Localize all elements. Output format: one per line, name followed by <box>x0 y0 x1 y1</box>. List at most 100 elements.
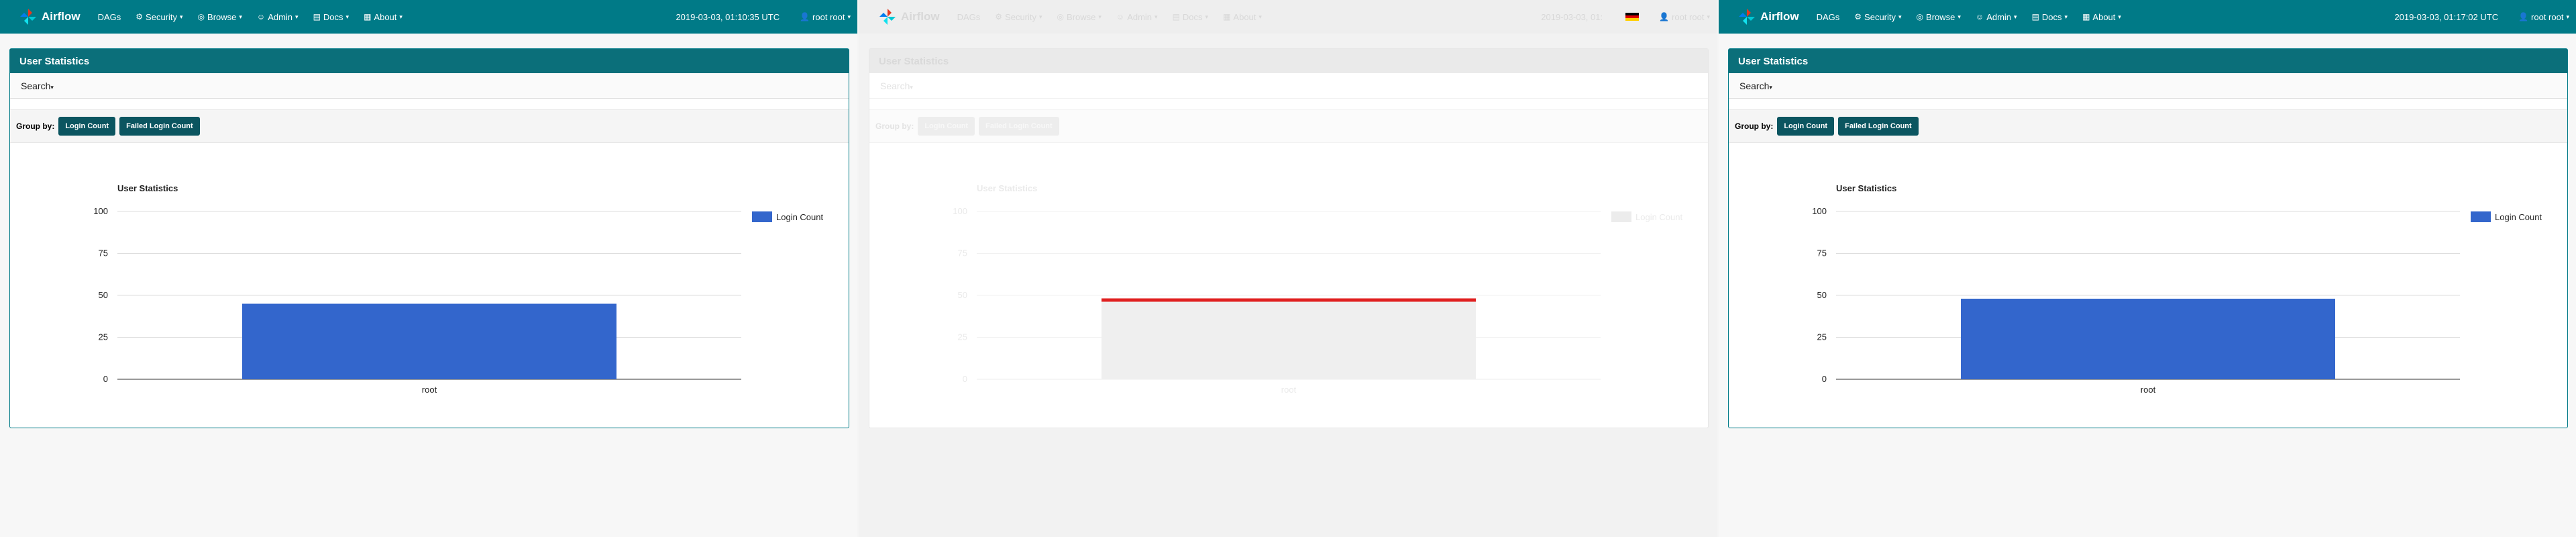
caret-down-icon: ▾ <box>2118 13 2121 20</box>
brand-link[interactable]: Airflow <box>878 7 940 26</box>
caret-down-icon: ▾ <box>180 13 183 20</box>
y-tick-label: 25 <box>958 332 967 342</box>
group-by-login-count-button[interactable]: Login Count <box>918 117 975 136</box>
chart-title: User Statistics <box>117 183 178 193</box>
caret-down-icon: ▾ <box>1155 13 1158 20</box>
nav-docs[interactable]: ▤ Docs ▾ <box>313 12 350 22</box>
group-by-failed-login-count-button[interactable]: Failed Login Count <box>979 117 1059 136</box>
nav-label: About <box>374 11 397 22</box>
brand-link[interactable]: Airflow <box>19 7 80 26</box>
y-tick-label: 75 <box>1817 248 1827 258</box>
caret-down-icon: ▾ <box>239 13 242 20</box>
nav-about[interactable]: ▦ About ▾ <box>1223 12 1262 22</box>
nav-about[interactable]: ▦ About ▾ <box>2082 12 2121 22</box>
nav-admin[interactable]: ☺ Admin ▾ <box>1116 12 1158 22</box>
user-statistics-card: User Statistics Search▾ Group by: Login … <box>1728 48 2568 428</box>
nav-label: DAGs <box>97 11 121 22</box>
nav-docs[interactable]: ▤ Docs ▾ <box>2032 12 2068 22</box>
nav-security[interactable]: ⚙ Security ▾ <box>136 12 182 22</box>
nav-label: Security <box>146 11 178 22</box>
nav-security[interactable]: ⚙ Security ▾ <box>995 12 1042 22</box>
user-icon: 👤 <box>2518 12 2529 21</box>
x-category-label: root <box>2141 385 2156 395</box>
user-menu[interactable]: 👤 root root ▾ <box>2518 12 2569 22</box>
chart-title: User Statistics <box>977 183 1037 193</box>
caret-down-icon: ▾ <box>847 13 851 20</box>
user-icon: ☺ <box>1116 12 1125 21</box>
nav-label: Docs <box>323 11 343 22</box>
nav-label: Docs <box>1182 11 1203 22</box>
card-title: User Statistics <box>1729 49 2567 73</box>
nav-label: Browse <box>207 11 237 22</box>
nav-admin[interactable]: ☺ Admin ▾ <box>257 12 299 22</box>
y-tick-label: 25 <box>99 332 108 342</box>
nav-admin[interactable]: ☺ Admin ▾ <box>1976 12 2017 22</box>
card-title: User Statistics <box>10 49 849 73</box>
search-dropdown[interactable]: Search▾ <box>869 73 1708 99</box>
nav-label: About <box>2092 11 2116 22</box>
nav-label: Security <box>1864 11 1896 22</box>
caret-down-icon: ▾ <box>1769 84 1772 91</box>
screen-frame-3: Airflow DAGs ⚙ Security ▾ ◎ Browse ▾ ☺ Admin ▾ ▤ Do… <box>1719 0 2576 537</box>
search-dropdown[interactable]: Search▾ <box>10 73 849 99</box>
nav-label: Browse <box>1926 11 1955 22</box>
search-dropdown[interactable]: Search▾ <box>1729 73 2567 99</box>
y-tick-label: 75 <box>958 248 967 258</box>
airflow-logo-icon <box>879 9 896 25</box>
caret-down-icon: ▾ <box>1957 13 1961 20</box>
user-menu[interactable]: 👤 root root ▾ <box>1659 12 1710 22</box>
nav-label: Docs <box>2041 11 2062 22</box>
nav-right: 2019-03-03, 01: 👤 root root ▾ <box>1541 12 1710 22</box>
screen-frame-2-transition: Airflow DAGs ⚙ Security ▾ ◎ Browse ▾ ☺ Admin ▾ ▤ Do… <box>859 0 1717 537</box>
legend-swatch <box>752 211 772 222</box>
chart-title: User Statistics <box>1836 183 1896 193</box>
caret-down-icon: ▾ <box>295 13 299 20</box>
nav-label: Admin <box>1127 11 1152 22</box>
nav-right: 2019-03-03, 01:10:35 UTC 👤 root root ▾ <box>676 12 851 22</box>
user-icon: 👤 <box>1659 12 1670 21</box>
nav-browse[interactable]: ◎ Browse ▾ <box>198 12 242 22</box>
group-by-failed-login-count-button[interactable]: Failed Login Count <box>1838 117 1919 136</box>
book-icon: ▤ <box>2031 12 2039 21</box>
user-name: root root <box>1672 11 1705 22</box>
nav-security[interactable]: ⚙ Security ▾ <box>1854 12 1901 22</box>
caret-down-icon: ▾ <box>1098 13 1102 20</box>
card-title: User Statistics <box>869 49 1708 73</box>
group-by-bar: Group by: Login Count Failed Login Count <box>869 109 1708 143</box>
nav-dags[interactable]: DAGs <box>1817 12 1840 22</box>
legend-label: Login Count <box>1635 212 1682 222</box>
user-statistics-card: User Statistics Search▾ Group by: Login … <box>869 48 1709 428</box>
brand-link[interactable]: Airflow <box>1737 7 1799 26</box>
caret-down-icon: ▾ <box>1205 13 1209 20</box>
nav-label: DAGs <box>1816 11 1840 22</box>
group-by-label: Group by: <box>875 121 914 131</box>
server-datetime: 2019-03-03, 01: <box>1541 11 1603 22</box>
legend-label: Login Count <box>2495 212 2542 222</box>
airflow-logo-icon <box>20 9 36 25</box>
nav-dags[interactable]: DAGs <box>98 12 121 22</box>
group-by-login-count-button[interactable]: Login Count <box>1777 117 1835 136</box>
nav-browse[interactable]: ◎ Browse ▾ <box>1917 12 1961 22</box>
grid-icon: ▦ <box>2082 12 2090 21</box>
nav-menu: DAGs ⚙ Security ▾ ◎ Browse ▾ ☺ Admin ▾ ▤ Docs ▾ ▦ Abou… <box>98 12 417 22</box>
nav-menu: DAGs ⚙ Security ▾ ◎ Browse ▾ ☺ Admin ▾ ▤ Docs ▾ ▦ Abou… <box>957 12 1277 22</box>
user-menu[interactable]: 👤 root root ▾ <box>800 12 851 22</box>
book-icon: ▤ <box>313 12 321 21</box>
nav-docs[interactable]: ▤ Docs ▾ <box>1173 12 1209 22</box>
nav-label: Browse <box>1067 11 1096 22</box>
nav-right: 2019-03-03, 01:17:02 UTC 👤 root root ▾ <box>2394 12 2569 22</box>
globe-icon: ◎ <box>1916 12 1924 21</box>
flag-icon <box>1625 13 1640 21</box>
nav-dags[interactable]: DAGs <box>957 12 981 22</box>
book-icon: ▤ <box>1172 12 1180 21</box>
group-by-failed-login-count-button[interactable]: Failed Login Count <box>119 117 200 136</box>
legend-label: Login Count <box>776 212 823 222</box>
nav-about[interactable]: ▦ About ▾ <box>364 12 402 22</box>
globe-icon: ◎ <box>1057 12 1065 21</box>
gears-icon: ⚙ <box>995 12 1003 21</box>
user-icon: 👤 <box>800 12 810 21</box>
nav-browse[interactable]: ◎ Browse ▾ <box>1057 12 1102 22</box>
brand-name: Airflow <box>42 10 80 23</box>
group-by-login-count-button[interactable]: Login Count <box>58 117 116 136</box>
grid-icon: ▦ <box>364 12 372 21</box>
